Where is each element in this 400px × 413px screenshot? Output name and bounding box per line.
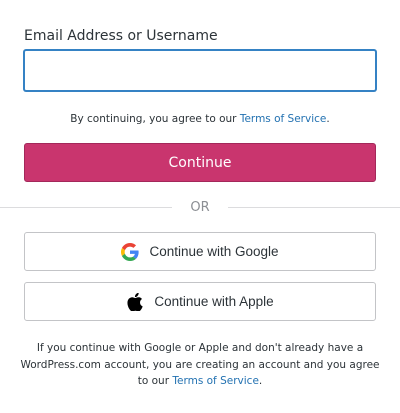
- apple-icon: [126, 292, 144, 311]
- footer-line-3-prefix: to our: [137, 375, 173, 387]
- continue-button[interactable]: Continue: [24, 143, 376, 182]
- email-label: Email Address or Username: [24, 28, 218, 44]
- footer-line-3-suffix: .: [258, 375, 263, 387]
- divider-line-right: [228, 207, 400, 208]
- apple-button-label: Continue with Apple: [154, 294, 274, 309]
- email-input[interactable]: [24, 50, 376, 91]
- divider-text: OR: [190, 200, 210, 215]
- tos-prefix: By continuing, you agree to our: [70, 113, 240, 125]
- terms-of-service-link[interactable]: Terms of Service: [240, 113, 327, 125]
- continue-with-apple-button[interactable]: Continue with Apple: [24, 282, 376, 321]
- continue-with-google-button[interactable]: Continue with Google: [24, 232, 376, 271]
- account-creation-notice: If you continue with Google or Apple and…: [0, 340, 400, 390]
- google-icon: [121, 242, 140, 261]
- footer-line-2: WordPress.com account, you are creating …: [20, 358, 380, 371]
- or-divider: OR: [0, 199, 400, 217]
- footer-line-3: to our Terms of Service.: [0, 373, 400, 390]
- footer-line-1: If you continue with Google or Apple and…: [36, 342, 364, 354]
- tos-notice: By continuing, you agree to our Terms of…: [0, 111, 400, 127]
- footer-terms-of-service-link[interactable]: Terms of Service: [172, 375, 259, 387]
- tos-suffix: .: [326, 113, 330, 125]
- google-button-label: Continue with Google: [149, 244, 279, 259]
